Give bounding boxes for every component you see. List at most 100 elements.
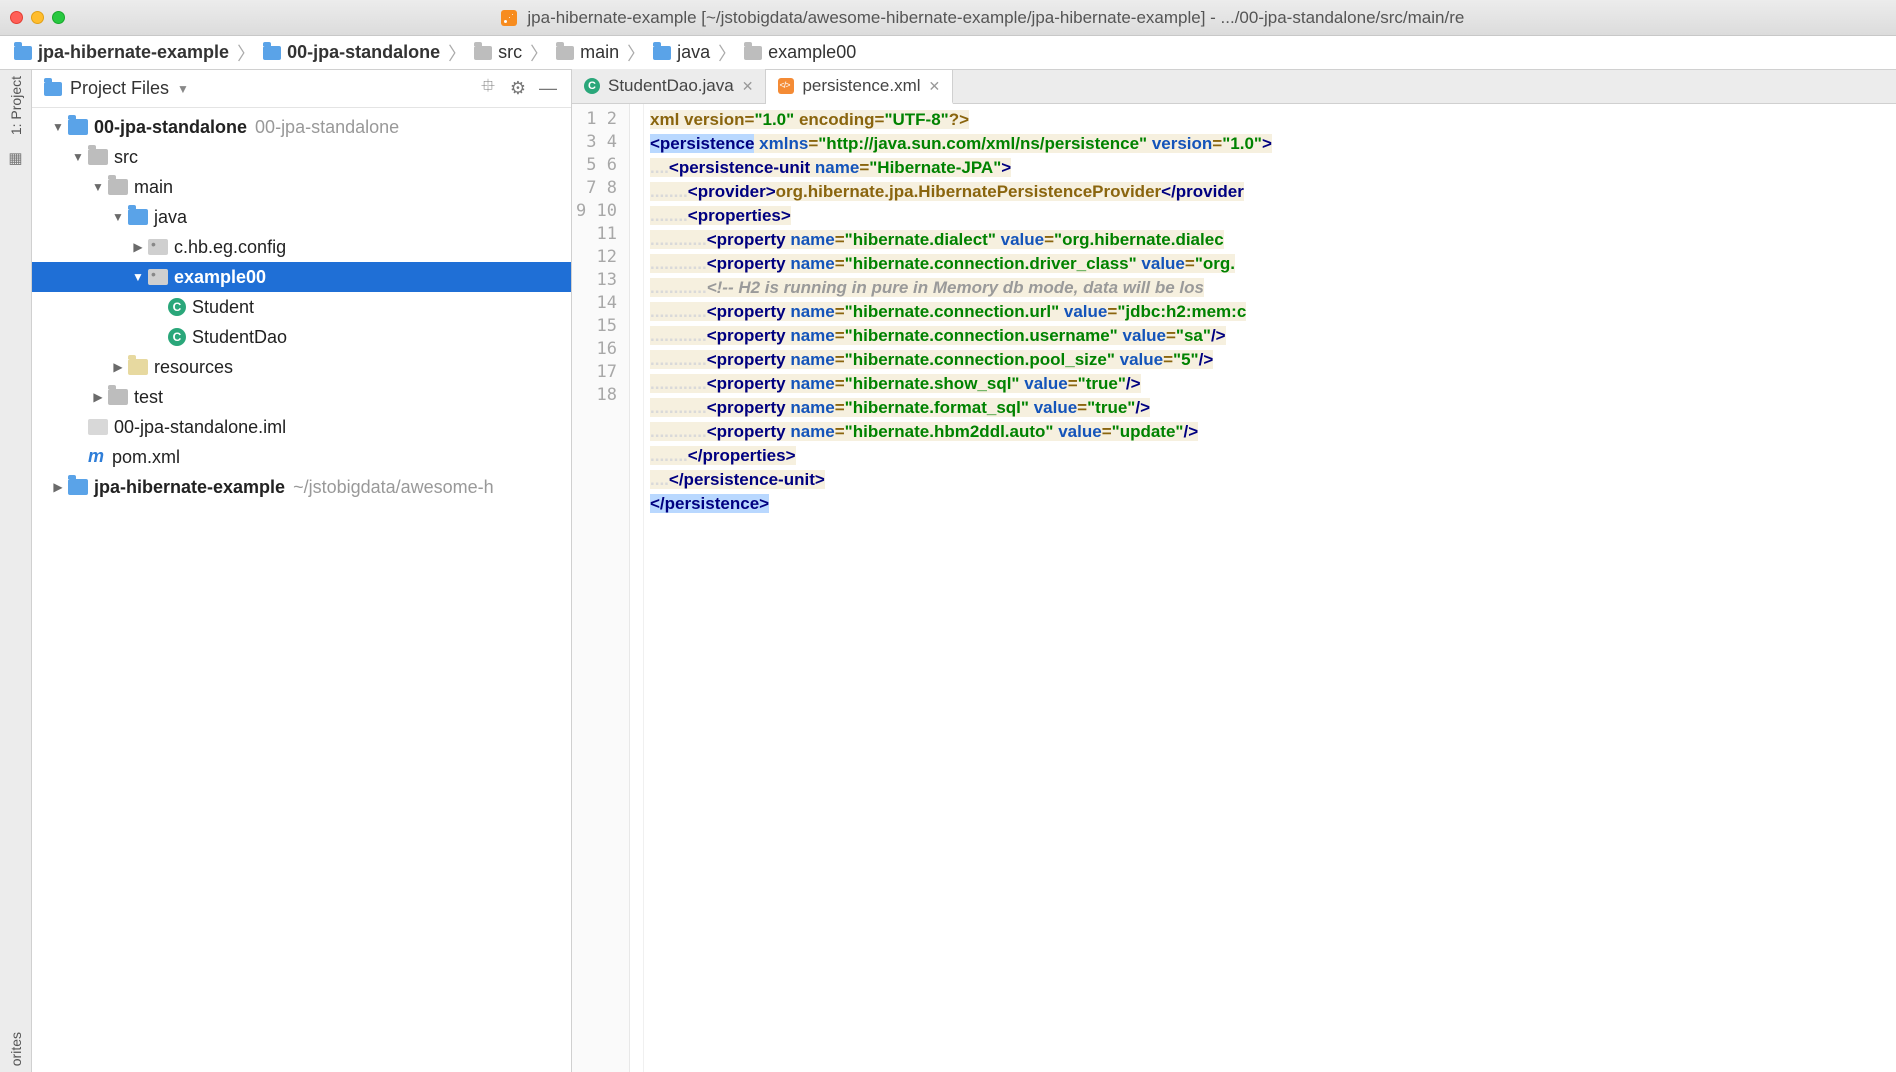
expand-arrow-icon[interactable]: ▼ bbox=[90, 180, 106, 194]
expand-arrow-icon[interactable]: ▶ bbox=[110, 360, 126, 374]
folder-icon bbox=[14, 46, 32, 60]
editor-tab[interactable]: persistence.xml ✕ bbox=[766, 70, 953, 104]
expand-arrow-icon[interactable]: ▼ bbox=[70, 150, 86, 164]
tree-node-label: test bbox=[134, 387, 163, 408]
ide-window: jpa-hibernate-example [~/jstobigdata/awe… bbox=[0, 0, 1896, 1072]
tree-node-label: 00-jpa-standalone bbox=[94, 117, 247, 138]
folder-blue-icon bbox=[68, 119, 88, 135]
tree-node-label: pom.xml bbox=[112, 447, 180, 468]
class-c-icon bbox=[168, 298, 186, 316]
editor-area: StudentDao.java ✕ persistence.xml ✕ 1 2 3 4… bbox=[572, 70, 1896, 1072]
breadcrumb-separator-icon: 〉 bbox=[627, 40, 645, 66]
panel-minimize-button[interactable]: — bbox=[537, 78, 559, 99]
tree-node-label: src bbox=[114, 147, 138, 168]
left-tool-strip: 1: Project ▦ orites bbox=[0, 70, 32, 1072]
breadcrumb-label: example00 bbox=[768, 42, 856, 63]
favorites-tool-button[interactable]: orites bbox=[8, 1032, 24, 1066]
tree-node[interactable]: StudentDao bbox=[32, 322, 571, 352]
tree-node[interactable]: ▶jpa-hibernate-example~/jstobigdata/awes… bbox=[32, 472, 571, 502]
breadcrumb-label: 00-jpa-standalone bbox=[287, 42, 440, 63]
project-tool-button[interactable]: 1: Project bbox=[8, 76, 24, 135]
pkg-icon bbox=[148, 239, 168, 255]
expand-arrow-icon[interactable]: ▶ bbox=[90, 390, 106, 404]
project-view-selector[interactable]: Project Files bbox=[70, 78, 169, 99]
tree-node[interactable]: ▼ 00-jpa-standalone 00-jpa-standalone bbox=[32, 112, 571, 142]
close-window-button[interactable] bbox=[10, 11, 23, 24]
tree-node[interactable]: 00-jpa-standalone.iml bbox=[32, 412, 571, 442]
scroll-from-source-button[interactable]: ⯐ bbox=[477, 74, 499, 104]
tab-label: persistence.xml bbox=[802, 76, 920, 96]
tree-node[interactable]: ▼ src bbox=[32, 142, 571, 172]
line-number-gutter[interactable]: 1 2 3 4 5 6 7 8 9 10 11 12 13 14 15 16 1… bbox=[572, 104, 630, 1072]
tree-node[interactable]: ▼ main bbox=[32, 172, 571, 202]
maven-icon: m bbox=[88, 448, 106, 466]
java-file-icon bbox=[584, 78, 600, 94]
main-area: 1: Project ▦ orites Project Files ▼ ⯐ ⚙ … bbox=[0, 70, 1896, 1072]
tree-node[interactable]: ▼java bbox=[32, 202, 571, 232]
folder-icon bbox=[474, 46, 492, 60]
breadcrumb-item[interactable]: jpa-hibernate-example bbox=[14, 42, 229, 63]
breadcrumb-item[interactable]: 00-jpa-standalone bbox=[263, 42, 440, 63]
expand-arrow-icon[interactable]: ▼ bbox=[110, 210, 126, 224]
tree-node[interactable]: Student bbox=[32, 292, 571, 322]
expand-arrow-icon[interactable]: ▶ bbox=[130, 240, 146, 254]
tree-node[interactable]: ▶ resources bbox=[32, 352, 571, 382]
title-bar: jpa-hibernate-example [~/jstobigdata/awe… bbox=[0, 0, 1896, 36]
breadcrumb-separator-icon: 〉 bbox=[718, 40, 736, 66]
xml-file-icon bbox=[778, 78, 794, 94]
tab-label: StudentDao.java bbox=[608, 76, 734, 96]
editor-body: 1 2 3 4 5 6 7 8 9 10 11 12 13 14 15 16 1… bbox=[572, 104, 1896, 1072]
expand-arrow-icon[interactable]: ▼ bbox=[130, 270, 146, 284]
folder-icon bbox=[744, 46, 762, 60]
folder-icon bbox=[44, 82, 62, 96]
iml-icon bbox=[88, 419, 108, 435]
folder-icon bbox=[263, 46, 281, 60]
tree-node-label: Student bbox=[192, 297, 254, 318]
breadcrumb-item[interactable]: java bbox=[653, 42, 710, 63]
breadcrumb-separator-icon: 〉 bbox=[530, 40, 548, 66]
tree-node-label: c.hb.eg.config bbox=[174, 237, 286, 258]
folder-gray-icon bbox=[88, 149, 108, 165]
project-tree[interactable]: ▼00-jpa-standalone00-jpa-standalone▼src▼… bbox=[32, 108, 571, 1072]
breadcrumb-label: jpa-hibernate-example bbox=[38, 42, 229, 63]
folder-gray-icon bbox=[108, 179, 128, 195]
tree-node-label: resources bbox=[154, 357, 233, 378]
expand-arrow-icon[interactable]: ▼ bbox=[50, 120, 66, 134]
chevron-down-icon: ▼ bbox=[177, 82, 189, 96]
tree-node-label: main bbox=[134, 177, 173, 198]
breadcrumb-item[interactable]: example00 bbox=[744, 42, 856, 63]
tree-node[interactable]: ▼ example00 bbox=[32, 262, 571, 292]
close-tab-button[interactable]: ✕ bbox=[742, 78, 754, 95]
breadcrumb-label: main bbox=[580, 42, 619, 63]
breadcrumb-item[interactable]: src bbox=[474, 42, 522, 63]
breadcrumb-item[interactable]: main bbox=[556, 42, 619, 63]
minimize-window-button[interactable] bbox=[31, 11, 44, 24]
tree-node[interactable]: ▶ test bbox=[32, 382, 571, 412]
breadcrumb-separator-icon: 〉 bbox=[448, 40, 466, 66]
zoom-window-button[interactable] bbox=[52, 11, 65, 24]
expand-arrow-icon[interactable]: ▶ bbox=[50, 480, 66, 494]
tree-node[interactable]: ▶ c.hb.eg.config bbox=[32, 232, 571, 262]
pkg-icon bbox=[148, 269, 168, 285]
res-icon bbox=[128, 359, 148, 375]
folder-icon bbox=[653, 46, 671, 60]
class-c-icon bbox=[168, 328, 186, 346]
code-editor[interactable]: xml version="1.0" encoding="UTF-8"?> <pe… bbox=[644, 104, 1896, 1072]
tree-node-secondary: 00-jpa-standalone bbox=[255, 117, 399, 138]
close-tab-button[interactable]: ✕ bbox=[929, 78, 941, 95]
tree-node[interactable]: m pom.xml bbox=[32, 442, 571, 472]
rss-icon bbox=[501, 10, 517, 26]
panel-settings-button[interactable]: ⚙ bbox=[507, 78, 529, 99]
breadcrumb-separator-icon: 〉 bbox=[237, 40, 255, 66]
tree-node-label: example00 bbox=[174, 267, 266, 288]
fold-strip[interactable] bbox=[630, 104, 644, 1072]
project-panel-header: Project Files ▼ ⯐ ⚙ — bbox=[32, 70, 571, 108]
window-title: jpa-hibernate-example [~/jstobigdata/awe… bbox=[79, 8, 1886, 28]
editor-tab[interactable]: StudentDao.java ✕ bbox=[572, 69, 766, 103]
breadcrumb: jpa-hibernate-example 〉 00-jpa-standalone 〉… bbox=[0, 36, 1896, 70]
window-title-text: jpa-hibernate-example [~/jstobigdata/awe… bbox=[527, 8, 1464, 27]
tree-node-secondary: ~/jstobigdata/awesome-h bbox=[293, 477, 494, 498]
folder-blue-icon bbox=[128, 209, 148, 225]
window-controls bbox=[10, 11, 65, 24]
editor-tabs: StudentDao.java ✕ persistence.xml ✕ bbox=[572, 70, 1896, 104]
